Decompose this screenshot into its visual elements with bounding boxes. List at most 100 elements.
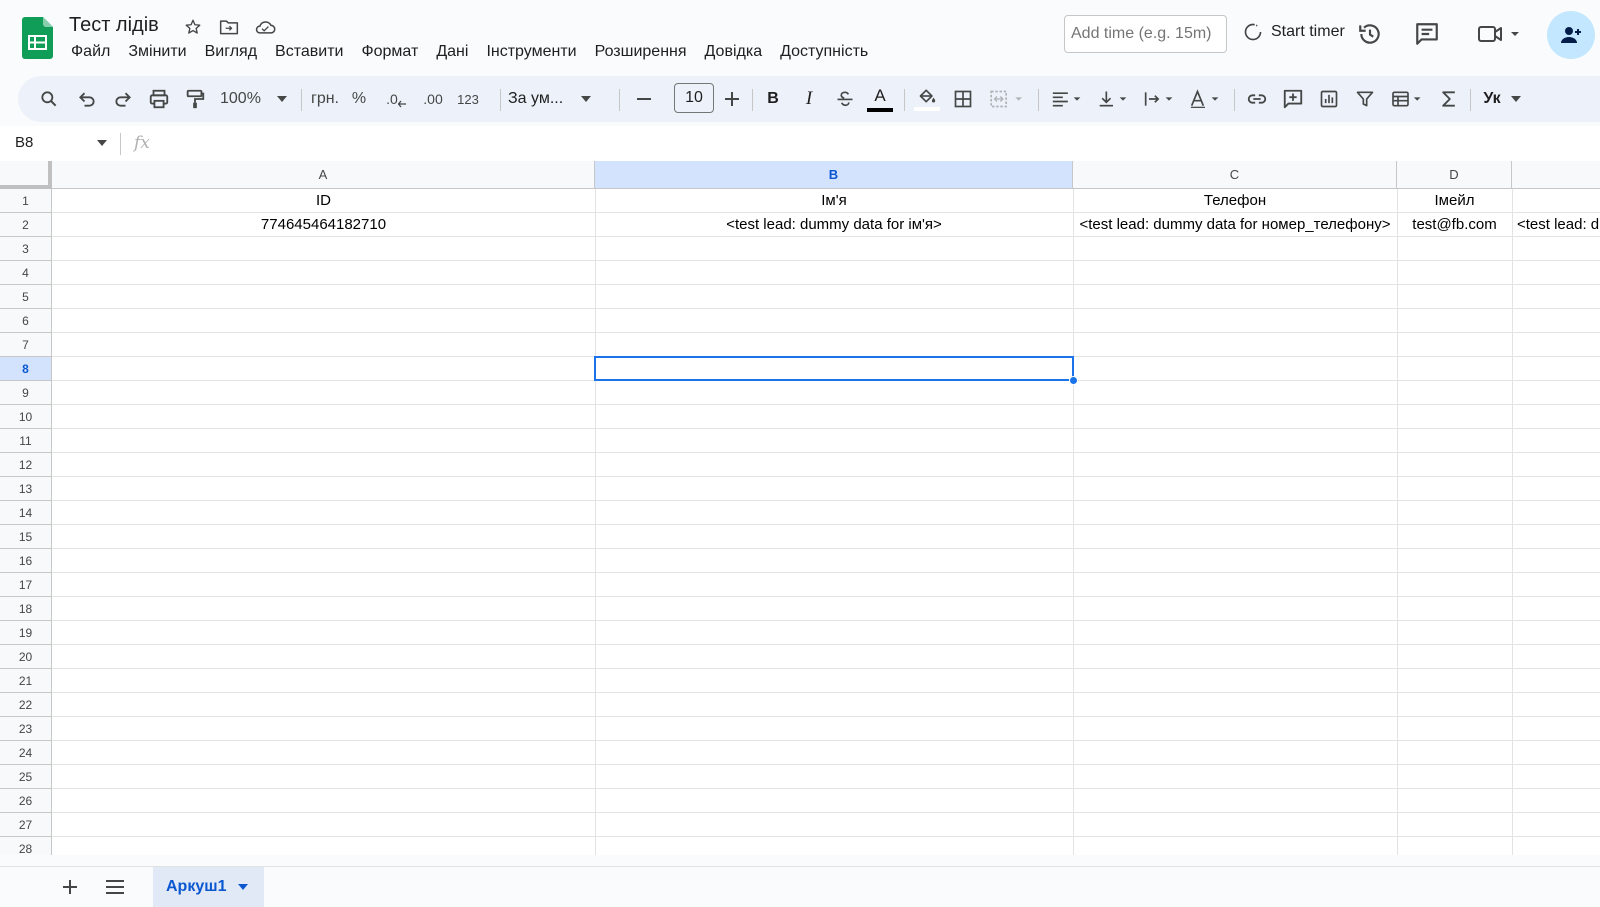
row-header[interactable]: 26 [0, 789, 52, 813]
cell-c1[interactable]: Телефон [1073, 189, 1397, 213]
row-header[interactable]: 28 [0, 837, 52, 855]
vertical-align-icon[interactable] [1092, 76, 1134, 122]
column-header-d[interactable]: D [1397, 161, 1512, 189]
document-title[interactable]: Тест лідів [69, 14, 159, 37]
cell-e2[interactable]: <test lead: d [1512, 213, 1600, 237]
row-header[interactable]: 2 [0, 213, 52, 237]
zoom-select[interactable]: 100% [220, 76, 292, 122]
row-header[interactable]: 22 [0, 693, 52, 717]
row-header[interactable]: 1 [0, 189, 52, 213]
menu-view[interactable]: Вигляд [196, 40, 266, 64]
sheet-tab-active[interactable]: Аркуш1 [153, 867, 264, 907]
insert-chart-icon[interactable] [1316, 76, 1342, 122]
more-formats-button[interactable]: 123 [454, 76, 482, 122]
row-header[interactable]: 27 [0, 813, 52, 837]
menu-tools[interactable]: Інструменти [477, 40, 585, 64]
font-size-input[interactable]: 10 [674, 83, 714, 113]
row-header[interactable]: 24 [0, 741, 52, 765]
functions-icon[interactable] [1436, 76, 1462, 122]
increase-decimal-button[interactable]: .00 [418, 76, 448, 122]
cloud-saved-icon[interactable] [252, 15, 278, 39]
share-button[interactable] [1547, 11, 1595, 59]
menu-file[interactable]: Файл [62, 40, 119, 64]
spreadsheet-grid[interactable]: A B C D 1 2 3 4 5 6 7 8 9 10 11 12 13 14 15 16 17 18 19 20 2… [0, 161, 1600, 855]
row-header[interactable]: 6 [0, 309, 52, 333]
row-header[interactable]: 16 [0, 549, 52, 573]
insert-link-icon[interactable] [1244, 76, 1270, 122]
row-header[interactable]: 21 [0, 669, 52, 693]
input-tools-button[interactable]: Ук [1478, 76, 1526, 122]
currency-format-button[interactable]: грн. [308, 76, 342, 122]
row-header[interactable]: 4 [0, 261, 52, 285]
version-history-icon[interactable] [1356, 20, 1384, 48]
star-icon[interactable] [180, 15, 206, 39]
menu-format[interactable]: Формат [352, 40, 427, 64]
row-header[interactable]: 10 [0, 405, 52, 429]
increase-font-size-icon[interactable] [720, 76, 744, 122]
column-header-e[interactable] [1512, 161, 1600, 189]
name-box-caret-icon[interactable] [97, 140, 107, 146]
fill-color-button[interactable] [912, 76, 942, 122]
select-all-corner[interactable] [0, 161, 52, 189]
row-header[interactable]: 17 [0, 573, 52, 597]
print-icon[interactable] [146, 76, 172, 122]
sheets-logo-icon[interactable] [22, 17, 53, 59]
strikethrough-icon[interactable] [832, 76, 858, 122]
text-color-button[interactable]: A [866, 76, 894, 122]
percent-format-button[interactable]: % [348, 76, 370, 122]
add-time-input[interactable] [1064, 15, 1227, 53]
horizontal-align-icon[interactable] [1046, 76, 1088, 122]
menu-insert[interactable]: Вставити [266, 40, 352, 64]
redo-icon[interactable] [110, 76, 136, 122]
start-timer-button[interactable]: Start timer [1243, 22, 1345, 42]
cell-a1[interactable]: ID [52, 189, 595, 213]
insert-comment-icon[interactable] [1280, 76, 1306, 122]
menu-accessibility[interactable]: Доступність [771, 40, 877, 64]
row-header[interactable]: 15 [0, 525, 52, 549]
cell-b2[interactable]: <test lead: dummy data for ім'я> [595, 213, 1073, 237]
table-views-icon[interactable] [1386, 76, 1430, 122]
undo-icon[interactable] [74, 76, 100, 122]
italic-button[interactable]: I [796, 76, 822, 122]
cell-a2[interactable]: 774645464182710 [52, 213, 595, 237]
row-header[interactable]: 19 [0, 621, 52, 645]
cell-d1[interactable]: Імейл [1397, 189, 1512, 213]
row-header[interactable]: 23 [0, 717, 52, 741]
meet-icon[interactable] [1475, 20, 1525, 48]
active-cell-selection[interactable] [594, 356, 1074, 381]
decrease-decimal-button[interactable]: .0 [382, 76, 410, 122]
menu-help[interactable]: Довідка [696, 40, 772, 64]
row-header[interactable]: 8 [0, 357, 52, 381]
menu-edit[interactable]: Змінити [119, 40, 195, 64]
row-header[interactable]: 14 [0, 501, 52, 525]
sheet-tab-caret-icon[interactable] [238, 884, 249, 890]
cell-d2[interactable]: test@fb.com [1397, 213, 1512, 237]
decrease-font-size-icon[interactable] [632, 76, 656, 122]
text-rotation-icon[interactable] [1184, 76, 1226, 122]
filter-icon[interactable] [1352, 76, 1378, 122]
add-sheet-icon[interactable] [58, 875, 82, 899]
bold-button[interactable]: B [760, 76, 786, 122]
column-header-a[interactable]: A [52, 161, 595, 189]
name-box[interactable]: B8 [15, 134, 33, 151]
all-sheets-icon[interactable] [103, 875, 127, 899]
row-header[interactable]: 18 [0, 597, 52, 621]
row-header[interactable]: 11 [0, 429, 52, 453]
paint-format-icon[interactable] [182, 76, 208, 122]
row-header[interactable]: 12 [0, 453, 52, 477]
row-header[interactable]: 5 [0, 285, 52, 309]
column-header-c[interactable]: C [1073, 161, 1397, 189]
cell-b1[interactable]: Ім'я [595, 189, 1073, 213]
menu-extensions[interactable]: Розширення [586, 40, 696, 64]
move-folder-icon[interactable] [216, 15, 242, 39]
text-wrapping-icon[interactable] [1138, 76, 1180, 122]
row-header[interactable]: 25 [0, 765, 52, 789]
row-header[interactable]: 9 [0, 381, 52, 405]
comments-icon[interactable] [1413, 20, 1441, 48]
row-header[interactable]: 13 [0, 477, 52, 501]
search-menus-icon[interactable] [36, 76, 62, 122]
cell-c2[interactable]: <test lead: dummy data for номер_телефон… [1073, 213, 1397, 237]
font-select[interactable]: За ум... [508, 76, 612, 122]
borders-icon[interactable] [950, 76, 976, 122]
fill-handle[interactable] [1069, 376, 1078, 385]
